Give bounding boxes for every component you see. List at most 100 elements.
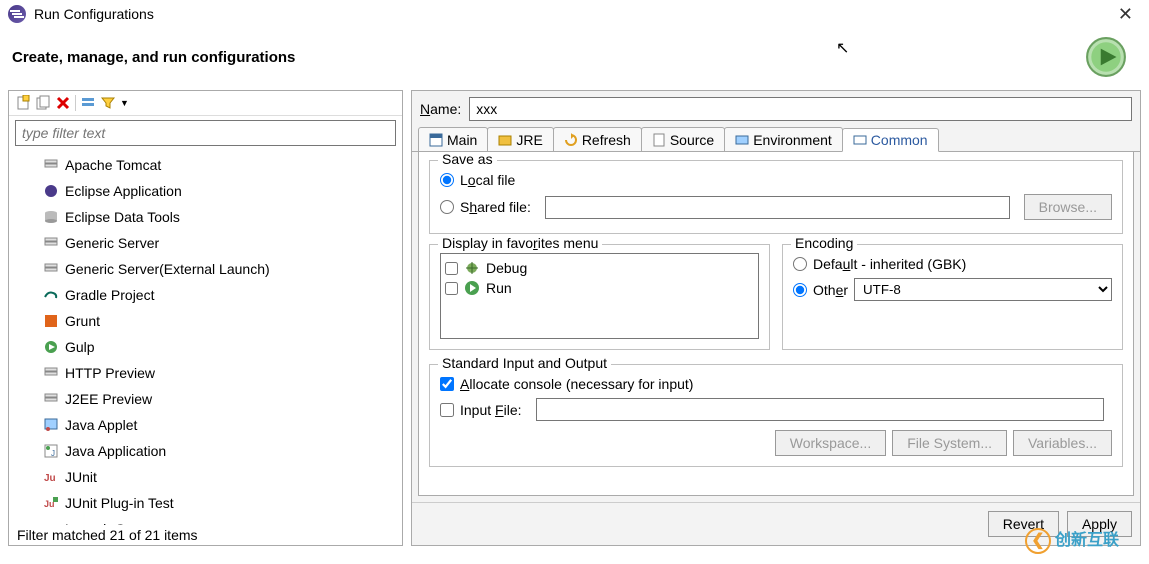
tree-item: Apache Tomcat [9,152,402,178]
collapse-icon[interactable] [80,95,96,111]
tree-item-label: Eclipse Data Tools [65,206,180,228]
tree-item: Java Applet [9,412,402,438]
gulp-icon [43,339,59,355]
tab-refresh[interactable]: Refresh [553,127,642,151]
tree-item-label: JUnit Plug-in Test [65,492,174,514]
shared-file-radio[interactable] [440,200,454,214]
filter-icon[interactable] [100,95,116,111]
configurations-panel: ▼ Apache Tomcat Eclipse Application Ecli… [8,90,403,546]
enc-other-label: Other [813,282,848,298]
duplicate-icon[interactable] [35,95,51,111]
server-icon [43,157,59,173]
fav-debug-label: Debug [486,260,527,276]
new-config-icon[interactable] [15,95,31,111]
tree-item: Ju JUnit [9,464,402,490]
browse-button[interactable]: Browse... [1024,194,1112,220]
header: Create, manage, and run configurations [0,28,1149,86]
favorites-title: Display in favorites menu [438,235,602,251]
filesystem-button[interactable]: File System... [892,430,1007,456]
server-icon [43,261,59,277]
saveas-title: Save as [438,152,497,167]
tree-item: Generic Server [9,230,402,256]
fav-debug-check[interactable] [445,262,458,275]
svg-text:J: J [51,449,55,458]
workspace-button[interactable]: Workspace... [775,430,886,456]
tree-item-label: Java Application [65,440,166,462]
junit-icon: Ju [43,469,59,485]
tree-item: J Java Application [9,438,402,464]
gradle-icon [43,287,59,303]
shared-file-input[interactable] [545,196,1010,219]
refresh-tab-icon [564,133,578,147]
close-icon[interactable]: ✕ [1110,4,1141,25]
bottom-buttons: Revert Apply [412,502,1140,545]
tree-item: Gulp [9,334,402,360]
variables-button[interactable]: Variables... [1013,430,1112,456]
encoding-select[interactable]: UTF-8 [854,278,1112,301]
tree-item-label: Gradle Project [65,284,154,306]
jre-tab-icon [498,133,512,147]
tree-item-label: Generic Server(External Launch) [65,258,270,280]
tree-item-label: JUnit [65,466,97,488]
tree-item-label: Java Applet [65,414,137,436]
favorites-list: Debug Run [440,253,759,339]
revert-button[interactable]: Revert [988,511,1059,537]
delete-icon[interactable] [55,95,71,111]
alloc-console-check[interactable] [440,377,454,391]
tree-item-label: Grunt [65,310,100,332]
svg-text:Ju: Ju [44,499,55,509]
tree-item: Grunt [9,308,402,334]
environment-tab-icon [735,133,749,147]
tree-item-label: HTTP Preview [65,362,155,384]
group-icon [43,521,59,525]
left-toolbar: ▼ [9,91,402,116]
server-icon [43,391,59,407]
eclipse-icon [43,183,59,199]
tree-item-label: J2EE Preview [65,388,152,410]
encoding-title: Encoding [791,235,857,251]
debug-icon [464,260,480,276]
tab-common[interactable]: Common [842,128,939,152]
fav-run-check[interactable] [445,282,458,295]
tab-main[interactable]: Main [418,127,488,151]
tree-item-label: Gulp [65,336,95,358]
db-icon [43,209,59,225]
run-icon [464,280,480,296]
apply-button[interactable]: Apply [1067,511,1132,537]
tree-item: J2EE Preview [9,386,402,412]
applet-icon [43,417,59,433]
input-file-check[interactable] [440,403,454,417]
dropdown-arrow-icon[interactable]: ▼ [120,98,129,108]
tree-item-label: Generic Server [65,232,159,254]
run-big-icon [1085,36,1127,78]
saveas-group: Save as Local file Shared file:Browse... [429,160,1123,234]
local-file-radio[interactable] [440,173,454,187]
tree-item: Launch Group [9,516,402,525]
input-file-input[interactable] [536,398,1105,421]
input-file-label: Input File: [460,402,522,418]
main-tab-icon [429,133,443,147]
page-title: Create, manage, and run configurations [12,49,1085,66]
source-tab-icon [652,133,666,147]
io-group: Standard Input and Output Allocate conso… [429,364,1123,467]
tree-item: Gradle Project [9,282,402,308]
server-icon [43,235,59,251]
local-file-label: Local file [460,172,515,188]
fav-run-label: Run [486,280,512,296]
tab-source[interactable]: Source [641,127,725,151]
filter-input[interactable] [15,120,396,146]
titlebar: Run Configurations ✕ [0,0,1149,28]
config-tree[interactable]: Apache Tomcat Eclipse Application Eclips… [9,150,402,525]
encoding-group: Encoding Default - inherited (GBK) Other… [782,244,1123,350]
javaapp-icon: J [43,443,59,459]
tabs: Main JRE Refresh Source Environment Comm… [412,127,1140,152]
enc-other-radio[interactable] [793,283,807,297]
tab-environment[interactable]: Environment [724,127,843,151]
common-tab-icon [853,133,867,147]
enc-default-radio[interactable] [793,257,807,271]
tree-item: Eclipse Data Tools [9,204,402,230]
tab-jre[interactable]: JRE [487,127,553,151]
tree-item: HTTP Preview [9,360,402,386]
svg-text:Ju: Ju [44,473,56,484]
name-input[interactable] [469,97,1132,121]
